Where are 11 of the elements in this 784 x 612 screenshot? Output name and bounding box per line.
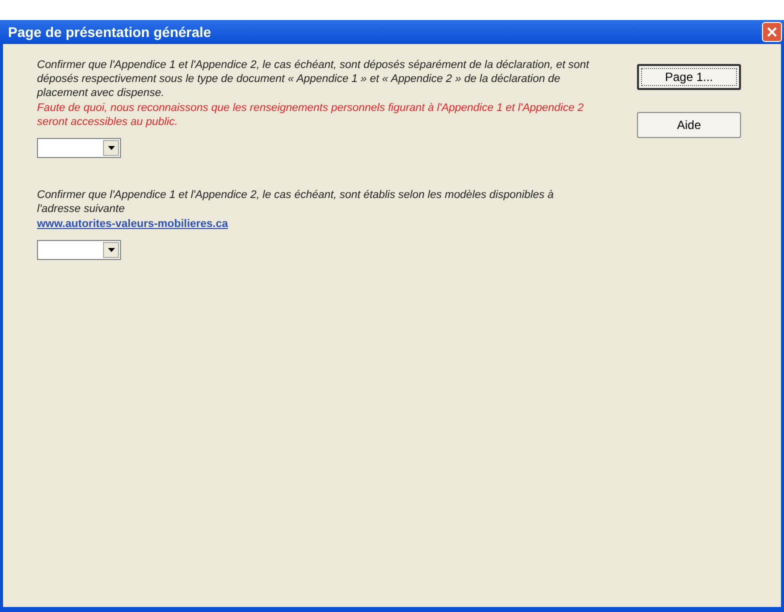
dropdown-field[interactable] xyxy=(37,138,121,158)
close-button[interactable] xyxy=(762,22,782,42)
window-title: Page de présentation générale xyxy=(8,22,212,42)
warning-text: Faute de quoi, nous reconnaissons que les renseignements personnels figurant à l'Appendice 1 et l'Appendice 2 seront accessibles au public. xyxy=(37,101,585,129)
instruction-text: Confirmer que l'Appendice 1 et l'Appendice 2, le cas échéant, sont établis selon les modèles disponibles à l'adresse suivante xyxy=(37,188,555,216)
dialog-button[interactable]: Aide xyxy=(637,112,741,138)
website-link[interactable]: www.autorites-valeurs-mobilieres.ca xyxy=(37,217,228,231)
instruction-text: Confirmer que l'Appendice 1 et l'Appendice 2, le cas échéant, sont déposés séparément de la déclaration, et sont déposés respectivement sous le type de document « Appendice 1 » et « Appendice 2 » de la déclaration de placement avec dispense. xyxy=(37,58,590,100)
dialog-button[interactable]: Page 1... xyxy=(637,64,741,90)
close-icon xyxy=(767,27,777,37)
dropdown-field[interactable] xyxy=(37,240,121,260)
